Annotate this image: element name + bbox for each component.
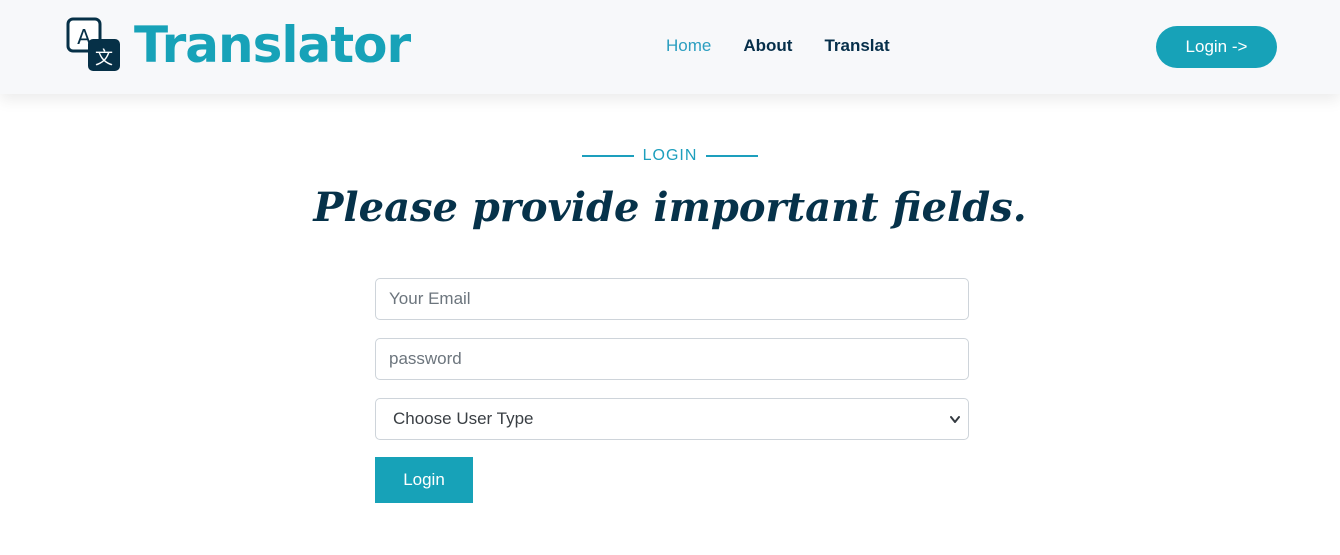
- login-form: Choose User Type Login: [375, 278, 969, 503]
- section-label-text: LOGIN: [642, 147, 698, 164]
- nav-about[interactable]: About: [743, 36, 792, 56]
- brand-name: Translator: [134, 16, 411, 74]
- user-type-select[interactable]: Choose User Type: [375, 398, 969, 440]
- translate-icon: A 文: [66, 17, 122, 73]
- nav-home[interactable]: Home: [666, 36, 711, 56]
- brand-logo[interactable]: A 文 Translator: [66, 16, 411, 74]
- user-type-selected: Choose User Type: [393, 409, 534, 428]
- section-label: LOGIN: [0, 147, 1340, 165]
- chevron-down-icon: [950, 412, 960, 426]
- page-heading: Please provide important fields.: [313, 184, 1027, 231]
- nav-links: Home About Translat: [666, 36, 922, 56]
- navbar: A 文 Translator Home About Translat Login…: [0, 0, 1340, 94]
- login-submit-button[interactable]: Login: [375, 457, 473, 503]
- nav-translate[interactable]: Translat: [824, 36, 889, 56]
- header-login-button[interactable]: Login ->: [1156, 26, 1277, 68]
- divider-right: [706, 155, 759, 157]
- password-field[interactable]: [375, 338, 969, 380]
- divider-left: [581, 155, 634, 157]
- email-field[interactable]: [375, 278, 969, 320]
- svg-text:文: 文: [95, 48, 113, 69]
